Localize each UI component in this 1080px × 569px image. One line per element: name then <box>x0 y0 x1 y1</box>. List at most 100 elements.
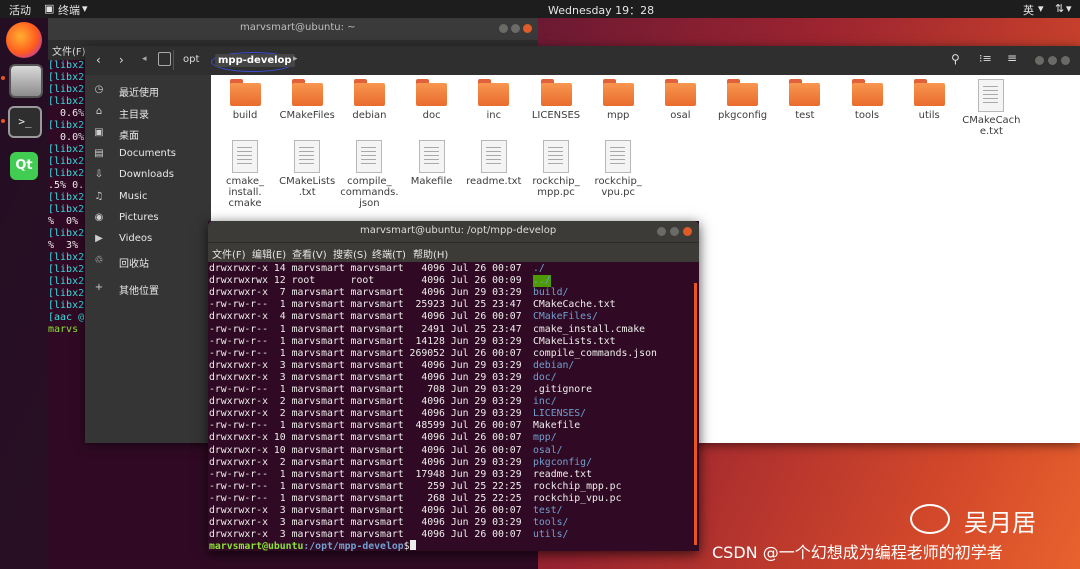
qt-creator-icon[interactable]: Qt <box>10 152 38 180</box>
file-item[interactable]: cmake_ install. cmake <box>214 140 276 209</box>
path-right-arrow-icon[interactable]: ▸ <box>293 54 298 64</box>
input-method-dropdown-icon[interactable]: ▾ <box>1038 2 1044 15</box>
folder-icon <box>291 79 323 106</box>
folder-item[interactable]: pkgconfig <box>712 79 774 121</box>
menu-view[interactable]: 查看(V) <box>292 246 327 261</box>
menu-file[interactable]: 文件(F) <box>52 43 86 58</box>
minimize-button[interactable] <box>1035 56 1044 65</box>
maximize-button[interactable] <box>511 24 520 33</box>
sidebar-item[interactable]: ▶ Videos <box>85 230 211 250</box>
text-file-icon <box>356 140 383 173</box>
listing-meta: drwxrwxr-x 3 marvsmart marvsmart 4096 Ju… <box>209 505 522 516</box>
file-item[interactable]: compile_ commands. json <box>338 140 400 209</box>
sidebar-item[interactable]: ◷ 最近使用 <box>85 81 211 101</box>
forward-button[interactable]: › <box>119 53 124 67</box>
prompt-line[interactable]: marvsmart@ubuntu:/opt/mpp-develop$ <box>209 540 416 553</box>
folder-item[interactable]: debian <box>338 79 400 121</box>
menu-edit[interactable]: 编辑(E) <box>252 246 286 261</box>
menu-terminal[interactable]: 终端(T) <box>372 246 406 261</box>
sidebar-item[interactable]: + 其他位置 <box>85 279 211 299</box>
minimize-button[interactable] <box>657 227 666 236</box>
top-bar: 活动 ▣ 终端 ▾ Wednesday 19：28 英 ▾ ⇅ ▾ <box>0 0 1080 18</box>
clock-icon: ◷ <box>94 84 104 95</box>
output-line: .5% 0. <box>48 180 85 191</box>
folder-item[interactable]: LICENSES <box>525 79 587 121</box>
home-icon: ⌂ <box>95 106 103 117</box>
listing-row: drwxrwxr-x 3 marvsmart marvsmart 4096 Ju… <box>209 517 568 529</box>
clock[interactable]: Wednesday 19：28 <box>548 2 654 18</box>
listing-name: CMakeCache.txt <box>533 299 616 311</box>
sidebar-item[interactable]: ◉ Pictures <box>85 209 211 229</box>
file-item[interactable]: Makefile <box>401 140 463 187</box>
folder-item[interactable]: utils <box>898 79 960 121</box>
folder-item[interactable]: tools <box>836 79 898 121</box>
activities-button[interactable]: 活动 <box>9 2 31 18</box>
sidebar-item-label: 回收站 <box>119 259 149 270</box>
app-menu[interactable]: 终端 <box>58 2 80 18</box>
sidebar-item[interactable]: ♫ Music <box>85 188 211 208</box>
listing-meta: -rw-rw-r-- 1 marvsmart marvsmart 259 Jul… <box>209 480 522 492</box>
view-options-icon[interactable]: ⁝≡ <box>979 52 992 65</box>
menu-file[interactable]: 文件(F) <box>212 246 246 261</box>
listing-name: osal/ <box>533 444 563 456</box>
listing-name: utils/ <box>533 529 569 541</box>
file-manager-icon[interactable] <box>9 64 43 98</box>
listing-row: -rw-rw-r-- 1 marvsmart marvsmart 48599 J… <box>209 420 580 432</box>
watermark-brand: 吴月居 <box>964 509 1036 537</box>
listing-meta: drwxrwxr-x 2 marvsmart marvsmart 4096 Ju… <box>209 396 522 408</box>
terminal-app-icon[interactable]: ▣ <box>44 2 54 15</box>
file-item[interactable]: CMakeCach e.txt <box>960 79 1022 137</box>
listing-meta: drwxrwxr-x 7 marvsmart marvsmart 4096 Ju… <box>209 287 522 299</box>
sidebar-item[interactable]: ♲ 回收站 <box>85 252 211 272</box>
listing-row: drwxrwxr-x 3 marvsmart marvsmart 4096 Ju… <box>209 360 574 372</box>
network-icon[interactable]: ⇅ <box>1055 2 1064 15</box>
close-button[interactable] <box>523 24 532 33</box>
output-line: [libx2 <box>48 96 85 107</box>
terminal-icon[interactable]: >_ <box>8 106 42 138</box>
sidebar-item[interactable]: ⌂ 主目录 <box>85 103 211 123</box>
search-icon[interactable]: ⚲ <box>951 52 960 66</box>
file-item[interactable]: readme.txt <box>463 140 525 187</box>
item-label: compile_ commands. json <box>340 176 399 209</box>
back-button[interactable]: ‹ <box>96 53 101 67</box>
maximize-button[interactable] <box>1048 56 1057 65</box>
folder-item[interactable]: inc <box>463 79 525 121</box>
path-left-arrow-icon[interactable]: ◂ <box>142 54 147 64</box>
menu-help[interactable]: 帮助(H) <box>413 246 448 261</box>
folder-item[interactable]: doc <box>401 79 463 121</box>
trash-icon: ♲ <box>94 255 104 266</box>
firefox-icon[interactable] <box>6 22 42 58</box>
minimize-button[interactable] <box>499 24 508 33</box>
sidebar-item[interactable]: ⇩ Downloads <box>85 166 211 186</box>
file-item[interactable]: rockchip_ mpp.pc <box>525 140 587 198</box>
app-menu-dropdown-icon[interactable]: ▾ <box>82 2 88 15</box>
listing-name: Makefile <box>533 420 581 432</box>
listing-meta: -rw-rw-r-- 1 marvsmart marvsmart 25923 J… <box>209 299 522 311</box>
path-segment-current[interactable]: mpp-develop <box>215 54 295 67</box>
folder-item[interactable]: mpp <box>587 79 649 121</box>
folder-item[interactable]: test <box>774 79 836 121</box>
terminal-window[interactable]: marvsmart@ubuntu: /opt/mpp-develop 文件(F)… <box>208 221 699 553</box>
scrollbar[interactable] <box>694 283 697 545</box>
menu-icon[interactable]: ≡ <box>1007 51 1017 65</box>
output-line: [libx2 <box>48 264 85 275</box>
folder-item[interactable]: CMakeFiles <box>276 79 338 121</box>
menu-search[interactable]: 搜索(S) <box>333 246 367 261</box>
file-item[interactable]: rockchip_ vpu.pc <box>587 140 649 198</box>
system-menu-icon[interactable]: ▾ <box>1066 2 1072 15</box>
sidebar-item[interactable]: ▣ 桌面 <box>85 124 211 144</box>
folder-item[interactable]: osal <box>649 79 711 121</box>
drive-icon[interactable] <box>158 52 171 66</box>
close-button[interactable] <box>1061 56 1070 65</box>
close-button[interactable] <box>683 227 692 236</box>
file-item[interactable]: CMakeLists .txt <box>276 140 338 198</box>
listing-row: drwxrwxr-x 4 marvsmart marvsmart 4096 Ju… <box>209 311 598 323</box>
input-method[interactable]: 英 <box>1023 2 1034 18</box>
folder-item[interactable]: build <box>214 79 276 121</box>
listing-name: debian/ <box>533 359 575 371</box>
output-line: % 0% <box>48 216 79 227</box>
output-line: [libx2 <box>48 204 85 215</box>
sidebar-item[interactable]: ▤ Documents <box>85 145 211 165</box>
path-segment-opt[interactable]: opt <box>183 54 199 65</box>
maximize-button[interactable] <box>670 227 679 236</box>
